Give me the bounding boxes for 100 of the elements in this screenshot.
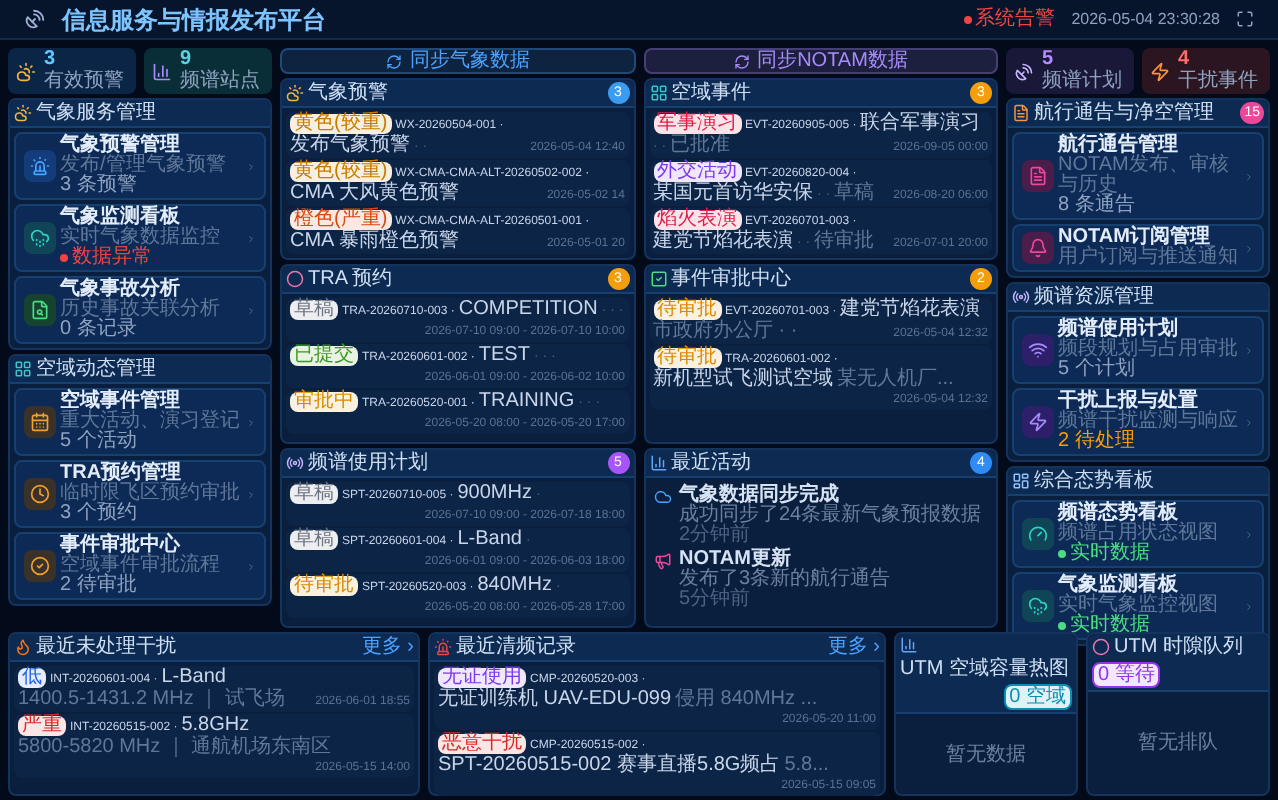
status-tag: 低 — [18, 668, 46, 688]
row-name: 发布气象预警 — [290, 136, 410, 156]
nav-card[interactable]: 事件审批中心 空域事件审批流程 2 待审批 — [14, 532, 266, 600]
nav-card[interactable]: 气象监测看板 实时气象数据监控 数据异常 — [14, 204, 266, 272]
calendar-icon — [24, 406, 56, 438]
card-title: 航行通告管理 — [1058, 136, 1180, 156]
nav-card[interactable]: NOTAM订阅管理 用户订阅与推送通知 — [1012, 224, 1264, 272]
alert-status[interactable]: 系统告警 — [963, 4, 1056, 34]
document-search-icon — [24, 294, 56, 326]
row-note: 某无人机厂... — [837, 370, 954, 390]
count-tag: 0 空域 — [1003, 684, 1072, 710]
bar-chart-icon — [152, 61, 172, 81]
panel-title: 事件审批中心 — [671, 268, 791, 290]
nav-card[interactable]: 空域事件管理 重大活动、演习登记 5 个活动 — [14, 388, 266, 456]
chevron-icon — [1244, 243, 1254, 253]
row-note: 5.8... — [784, 756, 829, 776]
card-meta: 0 条记录 — [60, 320, 139, 340]
row-name: COMPETITION — [458, 300, 598, 320]
refresh-icon — [733, 53, 750, 69]
cloud-icon — [1022, 590, 1054, 622]
status-tag: 草稿 — [290, 300, 338, 320]
card-meta: 3 条预警 — [60, 176, 139, 196]
row-name: L-Band — [161, 668, 226, 688]
wifi-icon — [1022, 334, 1054, 366]
clock-text: 2026-05-04 23:30:28 — [1071, 7, 1220, 31]
status-tag: 黄色(较重) — [290, 114, 392, 134]
row-name: 900MHz — [457, 484, 532, 504]
more-link[interactable]: 更多 › — [361, 636, 414, 658]
status-tag: 黄色(较重) — [290, 162, 392, 182]
chevron-icon — [1244, 529, 1254, 539]
cloud-icon — [653, 488, 671, 506]
bell-icon — [1022, 232, 1054, 264]
document-icon — [1022, 160, 1054, 192]
nav-card[interactable]: 气象预警管理 发布/管理气象预警 3 条预警 — [14, 132, 266, 200]
card-subtitle: 实时气象监控视图 — [1058, 596, 1220, 616]
card-meta: 实时数据 — [1058, 544, 1240, 564]
row-name: TRAINING — [478, 392, 575, 412]
circle-icon — [286, 270, 304, 288]
activity-time: 5分钟前 — [679, 590, 753, 610]
row-note: 已批准 — [670, 136, 731, 156]
chevron-icon — [246, 417, 256, 427]
stat-label: 有效预警 — [44, 70, 124, 92]
card-subtitle: 发布/管理气象预警 — [60, 156, 228, 176]
activity-time: 2分钟前 — [679, 526, 753, 546]
panel-title: 空域事件 — [671, 82, 751, 104]
nav-card[interactable]: TRA预约管理 临时限飞区预约审批 3 个预约 — [14, 460, 266, 528]
nav-card[interactable]: 频谱使用计划 频段规划与占用审批 5 个计划 — [1012, 316, 1264, 384]
status-tag: 恶意干扰 — [438, 734, 526, 754]
megaphone-icon — [653, 552, 671, 570]
card-meta: 数据异常 — [60, 248, 242, 268]
status-tag: 待审批 — [653, 300, 721, 320]
panel-title: 综合态势看板 — [1034, 470, 1154, 492]
panel-title: UTM 时隙队列 — [1114, 636, 1243, 658]
chevron-icon — [1244, 171, 1254, 181]
circle-icon — [1092, 638, 1110, 656]
chevron-icon — [246, 305, 256, 315]
row-name: TEST — [478, 346, 530, 366]
card-title: 干扰上报与处置 — [1058, 392, 1198, 412]
bar-chart-icon — [900, 636, 918, 654]
nav-card[interactable]: 干扰上报与处置 频谱干扰监测与响应 2 待处理 — [1012, 388, 1264, 456]
card-title: 气象监测看板 — [60, 208, 180, 228]
chevron-icon — [1244, 601, 1254, 611]
row-name: SPT-20260515-002 赛事直播5.8G频占 — [438, 756, 781, 776]
card-subtitle: 频谱干扰监测与响应 — [1058, 412, 1240, 432]
card-meta: 2 待审批 — [60, 576, 139, 596]
weather-icon — [14, 104, 32, 122]
card-subtitle: 重大活动、演习登记 — [60, 412, 242, 432]
fullscreen-icon[interactable] — [1236, 10, 1254, 28]
more-link[interactable]: 更多 › — [827, 636, 880, 658]
row-note: 草稿 — [834, 184, 875, 204]
antenna-icon — [1012, 288, 1030, 306]
sync-button[interactable]: 同步NOTAM数据 — [643, 48, 998, 74]
card-subtitle: 空域事件审批流程 — [60, 556, 222, 576]
stat-label: 频谱站点 — [180, 70, 260, 92]
card-meta: 3 个预约 — [60, 504, 139, 524]
row-note: 5800-5820 MHz ｜ 通航机场东南区 — [18, 738, 332, 758]
card-meta: 5 个计划 — [1058, 360, 1137, 380]
siren-icon — [434, 638, 452, 656]
row-name: 无证训练机 UAV-EDU-099 — [438, 690, 672, 710]
nav-card[interactable]: 气象事故分析 历史事故关联分析 0 条记录 — [14, 276, 266, 344]
row-note: 侵用 840MHz ... — [675, 690, 818, 710]
stat-value: 5 — [1042, 50, 1054, 70]
status-tag: 无证使用 — [438, 668, 526, 688]
stat-value: 4 — [1178, 50, 1192, 70]
chevron-icon — [246, 489, 256, 499]
panel-title: UTM 空域容量热图 — [900, 658, 1069, 680]
panel-title: 气象服务管理 — [36, 102, 156, 124]
stat-label: 频谱计划 — [1042, 70, 1122, 92]
card-subtitle: 用户订阅与推送通知 — [1058, 248, 1240, 268]
status-tag: 橙色(严重) — [290, 210, 392, 230]
sync-button[interactable]: 同步气象数据 — [280, 48, 635, 74]
chevron-icon — [246, 561, 256, 571]
card-title: 气象监测看板 — [1058, 576, 1178, 596]
grid-icon — [14, 360, 32, 378]
panel-title: 空域动态管理 — [36, 358, 156, 380]
row-name: L-Band — [457, 530, 522, 550]
activity-title: NOTAM更新 — [679, 550, 791, 570]
nav-card[interactable]: 频谱态势看板 频谱占用状态视图 实时数据 — [1012, 500, 1264, 568]
chevron-icon — [1244, 417, 1254, 427]
row-name: 5.8GHz — [181, 716, 250, 736]
